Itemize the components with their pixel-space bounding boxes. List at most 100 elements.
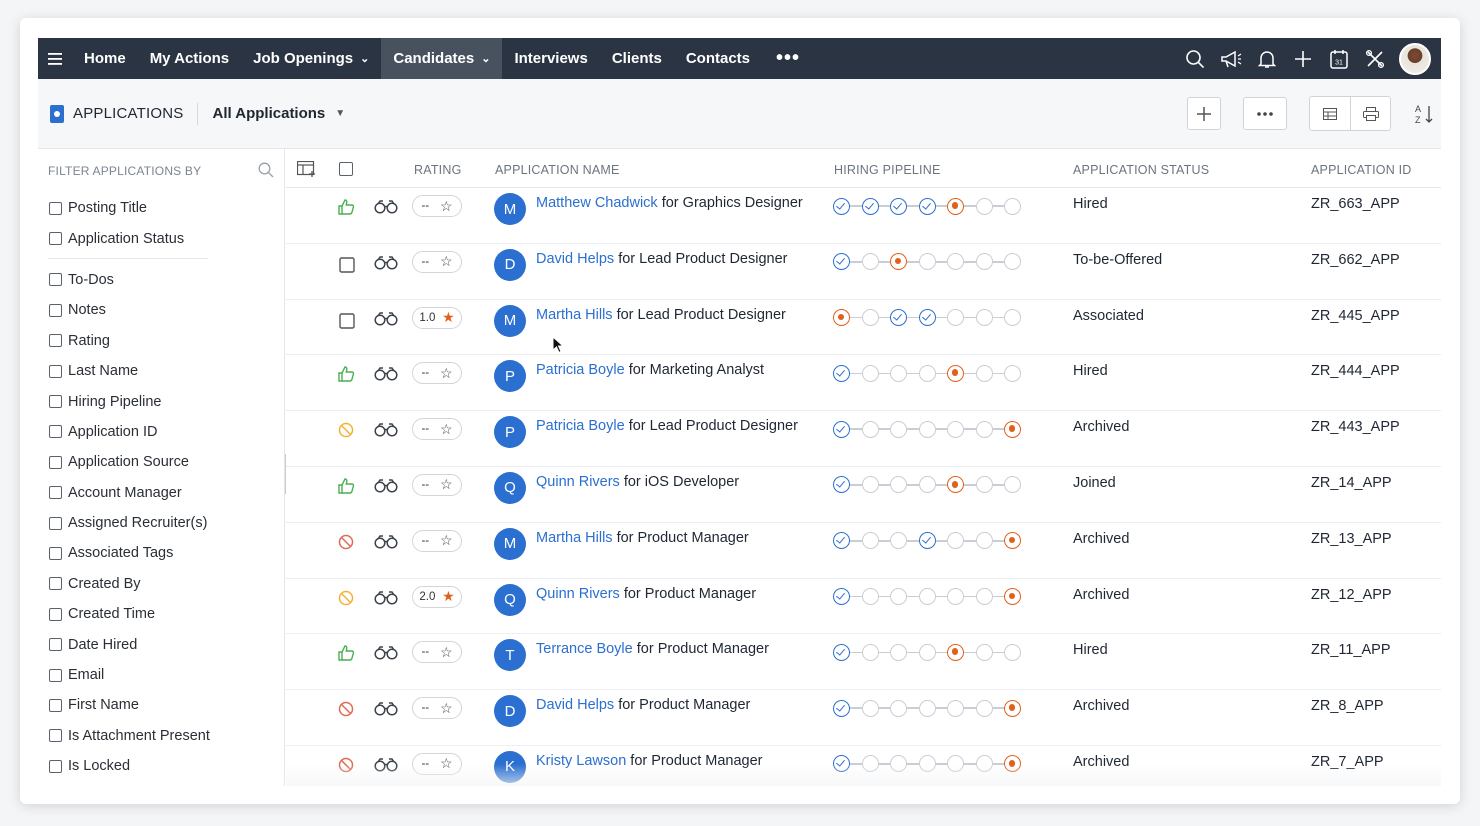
filter-item[interactable]: Created By	[38, 569, 284, 599]
table-row[interactable]: -- ☆ D David Helps for Lead Product Designe…	[286, 244, 1441, 300]
select-all-checkbox[interactable]	[339, 162, 359, 176]
pipeline-stage-pending-icon[interactable]	[890, 532, 907, 550]
filter-item[interactable]: Date Hired	[38, 629, 284, 659]
pipeline-stage-completed-icon[interactable]	[918, 309, 936, 327]
user-avatar[interactable]	[1399, 42, 1431, 75]
pipeline-stage-completed-icon[interactable]	[833, 532, 850, 550]
create-button[interactable]	[1187, 97, 1221, 130]
filter-item[interactable]: Application Status	[38, 223, 284, 253]
filter-item[interactable]: Account Manager	[38, 478, 284, 508]
nav-interviews[interactable]: Interviews	[502, 38, 599, 79]
nav-candidates[interactable]: Candidates ⌄	[381, 38, 503, 79]
filter-checkbox[interactable]	[49, 546, 62, 560]
hiring-pipeline[interactable]	[833, 252, 1021, 272]
pipeline-stage-pending-icon[interactable]	[975, 476, 993, 494]
table-row[interactable]: -- ☆ T Terrance Boyle for Product Manager Hi…	[286, 634, 1441, 691]
candidate-link[interactable]: Martha Hills	[536, 530, 613, 546]
table-row[interactable]: 1.0 ★ M Martha Hills for Lead Product Desig…	[286, 300, 1441, 356]
filter-item[interactable]: Application Source	[38, 447, 284, 477]
pipeline-stage-pending-icon[interactable]	[861, 643, 879, 661]
filter-checkbox[interactable]	[49, 273, 62, 287]
pipeline-stage-pending-icon[interactable]	[861, 532, 879, 550]
pipeline-stage-pending-icon[interactable]	[975, 364, 993, 382]
view-binoculars-icon[interactable]	[374, 646, 398, 664]
filter-checkbox[interactable]	[49, 334, 62, 348]
pipeline-stage-pending-icon[interactable]	[861, 420, 879, 438]
rating-pill[interactable]: 2.0 ★	[412, 585, 462, 608]
nav-home[interactable]: Home	[72, 38, 138, 79]
filter-checkbox[interactable]	[49, 638, 62, 652]
pipeline-stage-current-icon[interactable]	[947, 197, 964, 215]
pipeline-stage-pending-icon[interactable]	[1004, 476, 1021, 494]
pipeline-stage-completed-icon[interactable]	[833, 420, 850, 438]
view-binoculars-icon[interactable]	[374, 200, 398, 218]
thumbs-up-icon[interactable]	[337, 198, 355, 220]
pipeline-stage-pending-icon[interactable]	[861, 588, 879, 606]
table-row[interactable]: -- ☆ Q Quinn Rivers for iOS Developer Joined…	[286, 467, 1441, 523]
pipeline-stage-current-icon[interactable]	[1004, 588, 1021, 606]
pipeline-stage-pending-icon[interactable]	[890, 476, 907, 494]
pipeline-stage-pending-icon[interactable]	[861, 253, 879, 271]
candidate-link[interactable]: Quinn Rivers	[536, 586, 620, 602]
search-icon[interactable]	[258, 162, 274, 181]
pipeline-stage-pending-icon[interactable]	[861, 309, 879, 327]
table-row[interactable]: -- ☆ D David Helps for Product Manager Archi…	[286, 690, 1441, 746]
header-application-status[interactable]: APPLICATION STATUS	[1073, 163, 1209, 177]
view-selector[interactable]: All Applications ▼	[212, 105, 345, 122]
sort-button[interactable]: AZ	[1407, 97, 1441, 130]
filter-checkbox[interactable]	[49, 486, 62, 500]
hiring-pipeline[interactable]	[833, 308, 1021, 328]
view-binoculars-icon[interactable]	[374, 479, 398, 497]
filter-item[interactable]: Notes	[38, 295, 284, 325]
print-button[interactable]	[1350, 97, 1390, 130]
pipeline-stage-pending-icon[interactable]	[890, 699, 907, 717]
filter-item[interactable]: Hiring Pipeline	[38, 386, 284, 416]
column-settings-icon[interactable]	[296, 160, 317, 180]
pipeline-stage-pending-icon[interactable]	[1004, 253, 1021, 271]
filter-item[interactable]: Rating	[38, 326, 284, 356]
pipeline-stage-pending-icon[interactable]	[975, 253, 993, 271]
nav-contacts[interactable]: Contacts	[674, 38, 762, 79]
filter-checkbox[interactable]	[49, 425, 62, 439]
row-checkbox[interactable]	[339, 312, 355, 333]
filter-checkbox[interactable]	[49, 759, 62, 773]
pipeline-stage-pending-icon[interactable]	[975, 420, 993, 438]
thumbs-up-icon[interactable]	[337, 644, 355, 666]
pipeline-stage-completed-icon[interactable]	[833, 588, 850, 606]
filter-checkbox[interactable]	[49, 516, 62, 530]
nav-clients[interactable]: Clients	[600, 38, 674, 79]
pipeline-stage-pending-icon[interactable]	[1004, 643, 1021, 661]
hiring-pipeline[interactable]	[833, 698, 1021, 718]
pipeline-stage-completed-icon[interactable]	[833, 476, 850, 494]
filter-checkbox[interactable]	[49, 395, 62, 409]
thumbs-up-icon[interactable]	[337, 477, 355, 499]
filter-item[interactable]: First Name	[38, 690, 284, 720]
pipeline-stage-pending-icon[interactable]	[918, 476, 936, 494]
filter-item[interactable]: Is Attachment Present	[38, 721, 284, 751]
plus-icon[interactable]	[1285, 38, 1321, 79]
candidate-link[interactable]: Matthew Chadwick	[536, 195, 658, 211]
pipeline-stage-completed-icon[interactable]	[918, 532, 936, 550]
pipeline-stage-pending-icon[interactable]	[861, 364, 879, 382]
on-hold-icon[interactable]	[337, 421, 355, 443]
table-row[interactable]: -- ☆ M Matthew Chadwick for Graphics Design…	[286, 188, 1441, 244]
pipeline-stage-current-icon[interactable]	[947, 364, 964, 382]
pipeline-stage-pending-icon[interactable]	[890, 364, 907, 382]
pipeline-stage-pending-icon[interactable]	[947, 532, 964, 550]
filter-checkbox[interactable]	[49, 729, 62, 743]
pipeline-stage-current-icon[interactable]	[947, 476, 964, 494]
view-binoculars-icon[interactable]	[374, 702, 398, 720]
filter-checkbox[interactable]	[49, 698, 62, 712]
pipeline-stage-pending-icon[interactable]	[947, 420, 964, 438]
pipeline-stage-pending-icon[interactable]	[975, 197, 993, 215]
table-view-button[interactable]	[1310, 97, 1350, 130]
pipeline-stage-pending-icon[interactable]	[918, 643, 936, 661]
pipeline-stage-completed-icon[interactable]	[833, 699, 850, 717]
filter-checkbox[interactable]	[49, 201, 62, 215]
filter-checkbox[interactable]	[49, 303, 62, 317]
more-actions-button[interactable]	[1243, 97, 1287, 130]
pipeline-stage-completed-icon[interactable]	[833, 197, 850, 215]
filter-item[interactable]: To-Dos	[38, 265, 284, 295]
pipeline-stage-completed-icon[interactable]	[890, 309, 907, 327]
calendar-icon[interactable]: 31	[1321, 38, 1357, 79]
